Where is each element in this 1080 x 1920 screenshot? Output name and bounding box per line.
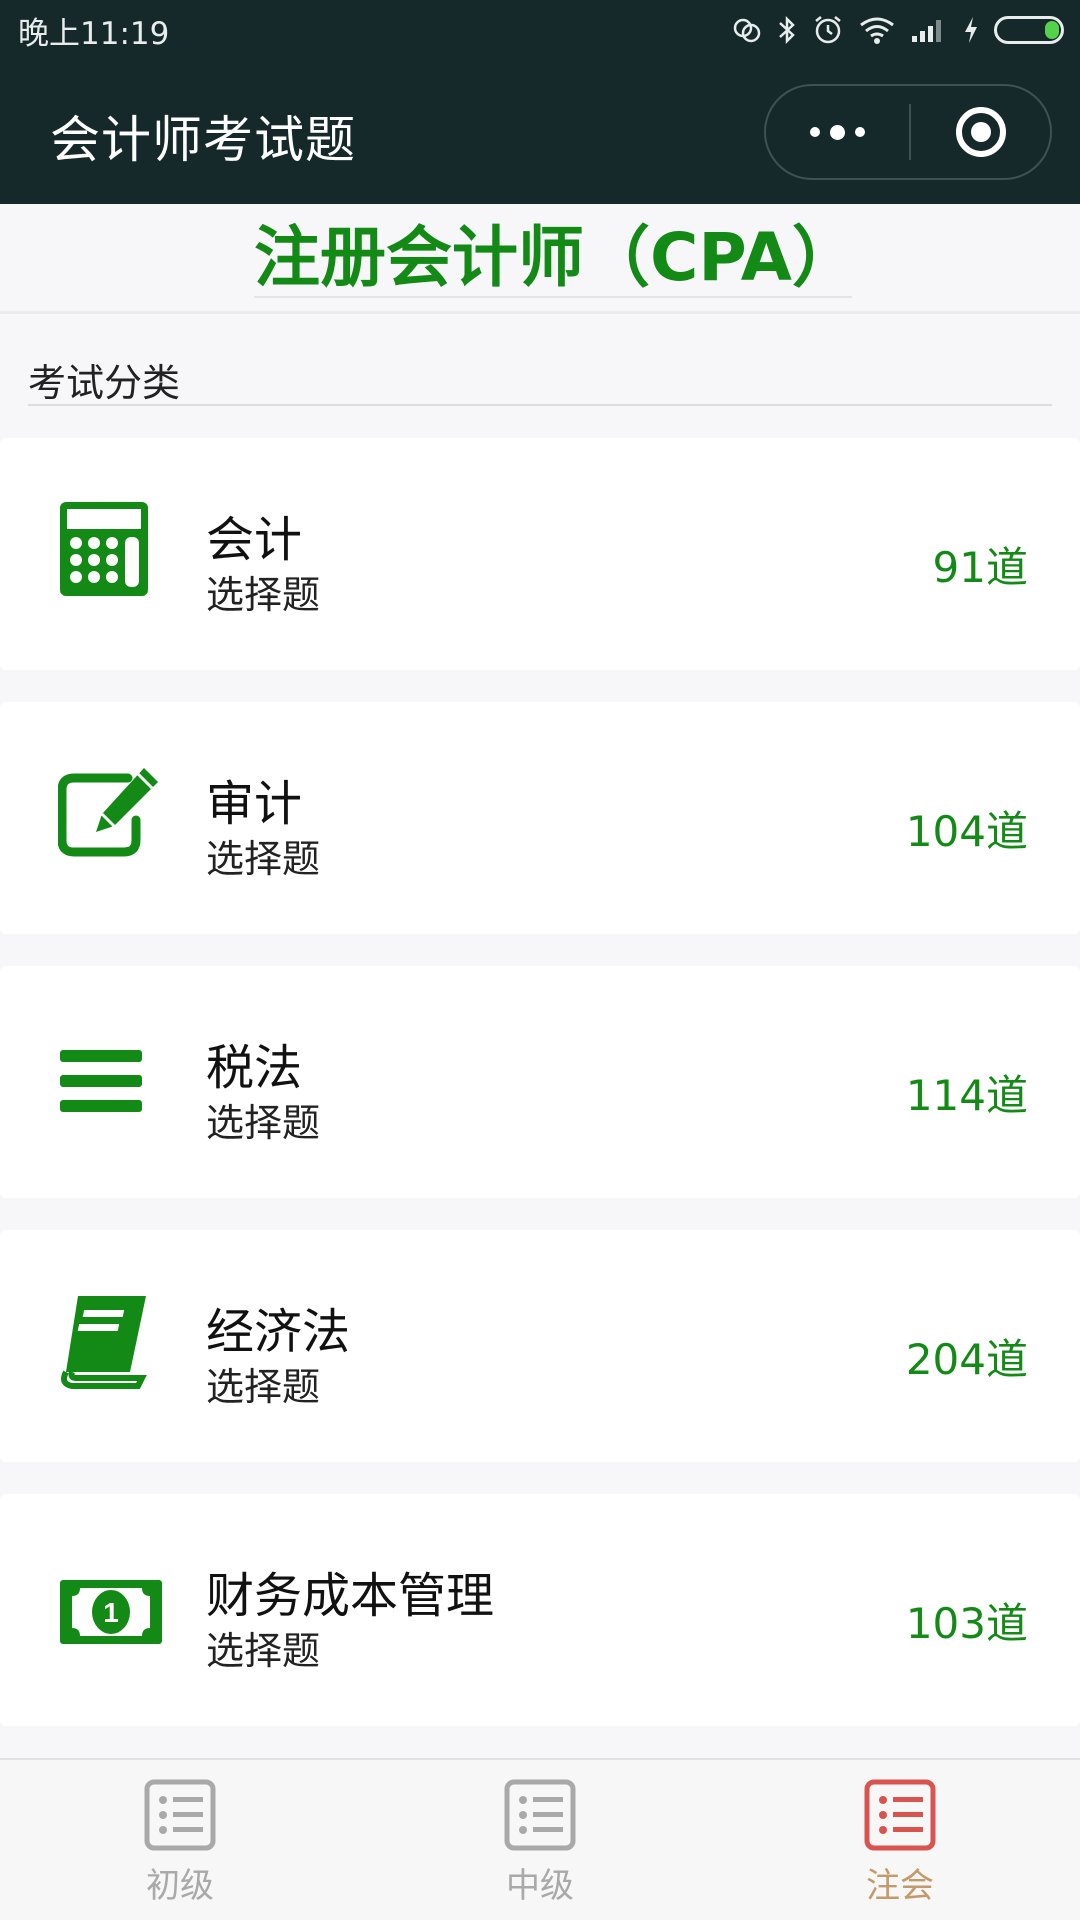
alarm-icon <box>812 14 844 46</box>
charging-icon <box>962 15 980 45</box>
category-name: 经济法 <box>206 1304 351 1360</box>
sim-icon <box>732 15 762 45</box>
calculator-icon <box>60 502 148 596</box>
heading-area: 注册会计师（CPA） <box>0 204 1080 314</box>
tab-label: 初级 <box>146 1866 214 1906</box>
category-name: 财务成本管理 <box>206 1568 495 1624</box>
category-card-caiwu[interactable]: 1 财务成本管理 选择题 103道 <box>0 1494 1080 1726</box>
section-label: 考试分类 <box>28 350 1052 406</box>
section-label-area: 考试分类 <box>0 314 1080 436</box>
battery-icon <box>994 16 1064 44</box>
list-icon <box>144 1779 216 1851</box>
status-bar: 晚上11:19 <box>0 0 1080 60</box>
tab-zhuhui[interactable]: 注会 <box>720 1760 1080 1920</box>
question-count: 104道 <box>905 807 1028 856</box>
tab-label: 注会 <box>866 1866 934 1906</box>
tab-label: 中级 <box>506 1866 574 1906</box>
menu-bars-icon <box>60 1050 142 1112</box>
signal-icon <box>910 16 948 44</box>
close-miniprogram-button[interactable] <box>911 86 1050 178</box>
category-name: 税法 <box>206 1040 303 1096</box>
nav-bar: 会计师考试题 <box>0 60 1080 204</box>
question-count: 204道 <box>905 1335 1028 1384</box>
category-type: 选择题 <box>206 837 321 881</box>
target-circle-icon <box>955 107 1006 157</box>
category-type: 选择题 <box>206 1101 321 1145</box>
category-card-shuifa[interactable]: 税法 选择题 114道 <box>0 966 1080 1198</box>
exam-heading: 注册会计师（CPA） <box>254 219 858 298</box>
category-card-kuaiji[interactable]: 会计 选择题 91道 <box>0 438 1080 670</box>
list-icon <box>504 1779 576 1851</box>
money-icon: 1 <box>60 1580 162 1644</box>
category-card-shenji[interactable]: 审计 选择题 104道 <box>0 702 1080 934</box>
question-count: 91道 <box>932 543 1028 592</box>
capsule-menu <box>764 84 1052 180</box>
status-time: 晚上11:19 <box>18 15 170 52</box>
page-title: 会计师考试题 <box>50 111 356 169</box>
category-type: 选择题 <box>206 573 321 617</box>
svg-text:1: 1 <box>103 1597 119 1628</box>
list-icon <box>864 1779 936 1851</box>
edit-icon <box>58 768 158 857</box>
category-name: 会计 <box>206 512 303 568</box>
bluetooth-icon <box>776 15 798 45</box>
question-count: 114道 <box>905 1071 1028 1120</box>
category-card-jingjifa[interactable]: 经济法 选择题 204道 <box>0 1230 1080 1462</box>
category-type: 选择题 <box>206 1629 321 1673</box>
tab-bar: 初级 中级 注会 <box>0 1758 1080 1920</box>
book-icon <box>61 1296 147 1389</box>
status-icons <box>732 14 1064 46</box>
tab-zhongji[interactable]: 中级 <box>360 1760 720 1920</box>
wifi-icon <box>858 15 896 45</box>
tab-chuji[interactable]: 初级 <box>0 1760 360 1920</box>
more-dots-icon[interactable] <box>766 86 909 178</box>
category-type: 选择题 <box>206 1365 321 1409</box>
question-count: 103道 <box>905 1599 1028 1648</box>
category-name: 审计 <box>206 776 303 832</box>
